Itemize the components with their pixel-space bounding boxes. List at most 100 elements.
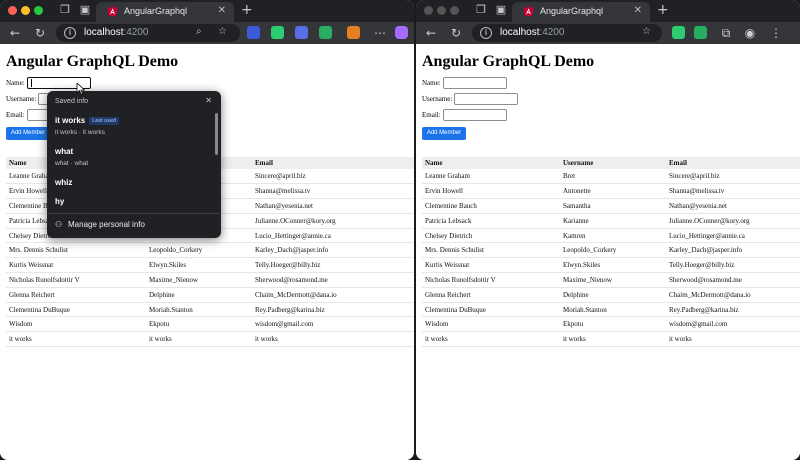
reload-icon[interactable]: ↻ [32,25,48,41]
zoom-icon[interactable]: ⌕ [196,26,202,37]
manage-personal-info-button[interactable]: ⚇ Manage personal info [55,220,145,229]
email-label: Email: [6,111,25,119]
table-row: Clementina DuBuque Moriah.Stanton Rey.Padb… [422,302,800,318]
new-tab-button[interactable]: + [241,3,253,17]
minimize-window-button[interactable] [437,6,446,15]
cell-email: wisdom@gmail.com [252,316,414,333]
cell-username: Leopoldo_Corkery [146,242,252,259]
person-icon: ⚇ [55,220,63,229]
autofill-item[interactable]: it works Last used it works · it works [55,116,205,136]
tab-angulargraphql[interactable]: AngularGraphql ✕ [512,2,650,22]
extension-icon[interactable] [694,26,707,39]
cell-name: Mrs. Dennis Schulist [6,242,146,259]
close-icon[interactable]: ✕ [205,96,212,105]
table-row: Leanne GrahamBretSincere@april.biz [422,169,800,185]
extension-icon[interactable] [271,26,284,39]
cell-name: Chelsey Dietrich [422,228,560,244]
tab-angulargraphql[interactable]: AngularGraphql ✕ [96,2,234,22]
popup-scrollbar[interactable] [215,113,218,155]
back-arrow-icon[interactable]: ← [423,25,439,41]
email-label: Email: [422,111,441,119]
cell-username: Karianne [560,213,666,229]
cell-email: Rey.Padberg@karina.biz [666,302,800,318]
browser-chrome: ❐ ▣ AngularGraphql ✕ + ← ↻ i localhost:4… [0,0,414,44]
site-info-icon[interactable]: i [480,27,492,39]
extensions-puzzle-icon[interactable]: ⧉ [718,25,734,41]
table-row: Glenna Reichert Delphine Chaim_McDermott@d… [422,287,800,303]
autofill-item[interactable]: what what · what [55,147,205,167]
cell-email: Nathan@yesenia.net [252,198,414,214]
name-input[interactable] [443,77,507,89]
zoom-window-button[interactable] [450,6,459,15]
table-row: Kurtis Weissnat Elwyn.Skiles Telly.Hoeger@… [422,257,800,274]
column-header-email: Email [252,157,414,169]
cell-name: Clementina DuBuque [422,302,560,318]
cell-username: Kamren [560,228,666,244]
table-row: Wisdom Ekpotu wisdom@gmail.com [422,316,800,333]
address-bar[interactable]: i localhost:4200 ☆ [472,24,662,42]
tab-close-icon[interactable]: ✕ [634,5,642,16]
cell-username: it works [560,331,666,348]
extension-icon[interactable] [347,26,360,39]
angular-favicon-icon [107,6,118,17]
username-label: Username: [422,95,453,103]
cell-email: Chaim_McDermott@dana.io [666,287,800,303]
minimize-window-button[interactable] [21,6,30,15]
cell-name: Glenna Reichert [422,287,560,303]
copilot-icon[interactable] [395,26,408,39]
address-bar[interactable]: i localhost:4200 ⌕ ☆ [56,24,240,42]
more-menu-icon[interactable]: ⋯ [372,25,388,41]
cell-email: it works [252,331,414,348]
browser-chrome: ❐ ▣ AngularGraphql ✕ + ← ↻ i localhost:4… [416,0,800,44]
cell-username: Delphine [560,287,666,303]
add-member-button[interactable]: Add Member [6,127,50,140]
table-row: it works it works it works [422,331,800,348]
new-tab-button[interactable]: + [657,3,669,17]
cell-email: wisdom@gmail.com [666,316,800,333]
extension-icon[interactable] [295,26,308,39]
email-input[interactable] [443,109,507,121]
close-window-button[interactable] [424,6,433,15]
browser-window-left: ❐ ▣ AngularGraphql ✕ + ← ↻ i localhost:4… [0,0,414,460]
extension-icon[interactable] [319,26,332,39]
username-input[interactable] [454,93,518,105]
tab-close-icon[interactable]: ✕ [218,5,226,16]
cell-name: Kurtis Weissnat [6,257,146,274]
cell-name: it works [422,331,560,348]
bookmark-star-icon[interactable]: ☆ [642,26,651,37]
cell-name: Nicholas Runolfsdottir V [6,272,146,288]
page-content: Angular GraphQL Demo Name: Username: Ema… [416,44,800,460]
workspaces-icon[interactable]: ❐ [475,4,487,16]
more-menu-icon[interactable]: ⋮ [768,25,784,41]
navigation-bar: ← ↻ i localhost:4200 ⌕ ☆ ⋯ [0,22,414,44]
cell-email: Chaim_McDermott@dana.io [252,287,414,303]
extension-icon[interactable] [247,26,260,39]
autofill-item[interactable]: hy [55,197,205,206]
reload-icon[interactable]: ↻ [448,25,464,41]
cell-email: Karley_Dach@jasper.info [252,242,414,259]
cell-email: Sherwood@rosamond.me [666,272,800,288]
tab-actions-icon[interactable]: ▣ [79,4,91,16]
cell-name: Wisdom [422,316,560,333]
back-arrow-icon[interactable]: ← [7,25,23,41]
close-window-button[interactable] [8,6,17,15]
zoom-window-button[interactable] [34,6,43,15]
cell-name: Kurtis Weissnat [422,257,560,274]
extension-icon[interactable] [672,26,685,39]
add-member-button[interactable]: Add Member [422,127,466,140]
cell-name: Ervin Howell [422,183,560,200]
cell-username: Delphine [146,287,252,303]
autofill-item[interactable]: whiz [55,178,205,187]
workspaces-icon[interactable]: ❐ [59,4,71,16]
profile-icon[interactable]: ◉ [742,25,758,41]
site-info-icon[interactable]: i [64,27,76,39]
cell-username: Maxime_Nienow [146,272,252,288]
cell-name: Glenna Reichert [6,287,146,303]
table-row: Mrs. Dennis Schulist Leopoldo_Corkery Karl… [422,242,800,259]
url-text: localhost:4200 [84,27,149,38]
bookmark-star-icon[interactable]: ☆ [218,26,227,37]
tab-actions-icon[interactable]: ▣ [495,4,507,16]
column-header-username: Username [560,157,666,169]
table-row: Glenna Reichert Delphine Chaim_McDermott@d… [6,287,414,303]
table-row: Ervin HowellAntonetteShanna@melissa.tv [422,183,800,200]
